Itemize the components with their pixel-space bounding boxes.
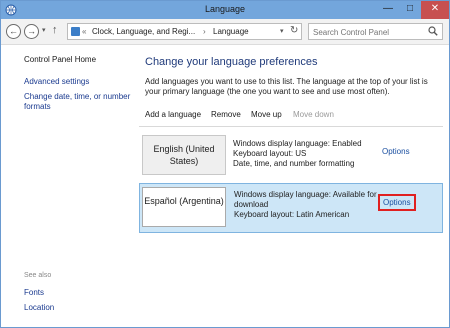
see-also-label: See also xyxy=(24,272,52,279)
title-bar[interactable]: Language — □ ✕ xyxy=(1,1,449,19)
language-detail-line: Keyboard layout: Latin American xyxy=(234,210,350,219)
maximize-button[interactable]: □ xyxy=(399,1,421,19)
move-up-button[interactable]: Move up xyxy=(251,110,282,119)
location-link[interactable]: Location xyxy=(24,303,54,312)
recent-locations-dropdown[interactable]: ▾ xyxy=(42,26,46,34)
add-language-button[interactable]: Add a language xyxy=(145,110,201,119)
address-dropdown-icon[interactable]: ▾ xyxy=(280,27,284,35)
fonts-link[interactable]: Fonts xyxy=(24,288,44,297)
up-button[interactable]: ↑ xyxy=(52,24,58,36)
navigation-bar: ← → ▾ ↑ « Clock, Language, and Regi... ›… xyxy=(1,19,449,45)
language-window: Language — □ ✕ ← → ▾ ↑ « Clock, Language… xyxy=(0,0,450,328)
language-name[interactable]: English (United States) xyxy=(142,135,226,175)
language-toolbar: Add a language Remove Move up Move down xyxy=(139,104,443,124)
refresh-icon[interactable]: ↻ xyxy=(290,25,298,36)
left-pane: Control Panel Home Advanced settings Cha… xyxy=(1,46,135,327)
control-panel-home-link[interactable]: Control Panel Home xyxy=(24,55,96,64)
move-down-button: Move down xyxy=(293,110,334,119)
close-button[interactable]: ✕ xyxy=(421,1,449,19)
language-detail-line: Date, time, and number formatting xyxy=(233,159,355,168)
advanced-settings-link[interactable]: Advanced settings xyxy=(24,77,89,86)
language-name[interactable]: Español (Argentina) xyxy=(142,187,226,227)
language-detail-line: Keyboard layout: US xyxy=(233,149,307,158)
remove-button[interactable]: Remove xyxy=(211,110,241,119)
page-title: Change your language preferences xyxy=(145,56,318,68)
breadcrumb-language[interactable]: Language xyxy=(213,27,249,36)
back-button[interactable]: ← xyxy=(6,24,21,39)
forward-button[interactable]: → xyxy=(24,24,39,39)
control-panel-icon xyxy=(71,27,80,36)
address-bar[interactable]: « Clock, Language, and Regi... › Languag… xyxy=(67,23,302,40)
language-row-english[interactable]: English (United States) Windows display … xyxy=(139,131,443,181)
main-pane: Change your language preferences Add lan… xyxy=(135,46,449,327)
breadcrumb-overflow[interactable]: « xyxy=(82,27,86,36)
search-input[interactable] xyxy=(313,26,425,38)
toolbar-divider xyxy=(139,126,443,127)
change-date-time-formats-link[interactable]: Change date, time, or number formats xyxy=(24,92,134,112)
language-details: Windows display language: Enabled Keyboa… xyxy=(233,139,381,169)
breadcrumb-separator[interactable]: › xyxy=(203,27,206,36)
language-detail-line: Windows display language: Enabled xyxy=(233,139,362,148)
language-detail-line: Windows display language: Available for … xyxy=(234,190,377,209)
breadcrumb-clock-language-region[interactable]: Clock, Language, and Regi... xyxy=(92,27,195,36)
language-details: Windows display language: Available for … xyxy=(234,190,382,220)
options-link-english[interactable]: Options xyxy=(382,147,410,156)
options-link-espanol[interactable]: Options xyxy=(378,194,416,211)
search-icon[interactable] xyxy=(428,26,438,36)
page-description: Add languages you want to use to this li… xyxy=(145,77,428,96)
minimize-button[interactable]: — xyxy=(377,1,399,19)
search-box[interactable] xyxy=(308,23,443,40)
language-row-espanol[interactable]: Español (Argentina) Windows display lang… xyxy=(139,183,443,233)
